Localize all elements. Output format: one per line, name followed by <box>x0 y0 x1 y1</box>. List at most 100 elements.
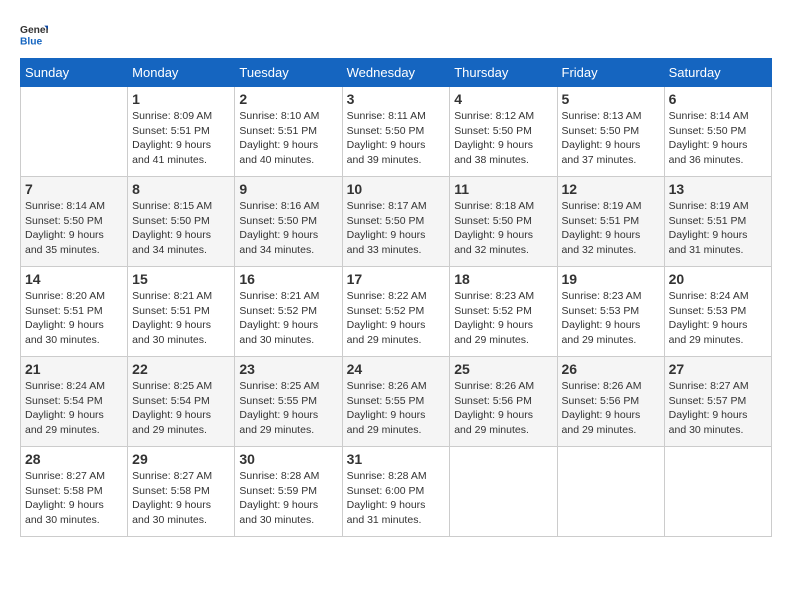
day-info: Sunrise: 8:13 AMSunset: 5:50 PMDaylight:… <box>562 109 660 168</box>
calendar-week-row: 21 Sunrise: 8:24 AMSunset: 5:54 PMDayligh… <box>21 357 772 447</box>
calendar-cell: 7 Sunrise: 8:14 AMSunset: 5:50 PMDaylight… <box>21 177 128 267</box>
calendar-cell: 17 Sunrise: 8:22 AMSunset: 5:52 PMDayligh… <box>342 267 450 357</box>
calendar-cell: 6Sunrise: 8:14 AMSunset: 5:50 PMDaylight… <box>664 87 771 177</box>
day-number: 2 <box>239 91 337 107</box>
calendar-cell: 23 Sunrise: 8:25 AMSunset: 5:55 PMDayligh… <box>235 357 342 447</box>
day-info: Sunrise: 8:12 AMSunset: 5:50 PMDaylight:… <box>454 109 552 168</box>
calendar-cell <box>450 447 557 537</box>
calendar-cell: 16Sunrise: 8:21 AMSunset: 5:52 PMDayligh… <box>235 267 342 357</box>
calendar-cell: 10 Sunrise: 8:17 AMSunset: 5:50 PMDayligh… <box>342 177 450 267</box>
day-info: Sunrise: 8:21 AMSunset: 5:51 PMDaylight:… <box>132 289 230 348</box>
day-info: Sunrise: 8:26 AMSunset: 5:56 PMDaylight:… <box>562 379 660 438</box>
calendar-cell: 29 Sunrise: 8:27 AMSunset: 5:58 PMDayligh… <box>128 447 235 537</box>
column-header-sunday: Sunday <box>21 59 128 87</box>
day-info: Sunrise: 8:26 AMSunset: 5:55 PMDaylight:… <box>347 379 446 438</box>
calendar-week-row: 7 Sunrise: 8:14 AMSunset: 5:50 PMDaylight… <box>21 177 772 267</box>
calendar-cell <box>21 87 128 177</box>
calendar-cell: 2 Sunrise: 8:10 AMSunset: 5:51 PMDaylight… <box>235 87 342 177</box>
day-number: 13 <box>669 181 767 197</box>
day-number: 10 <box>347 181 446 197</box>
calendar-cell: 30 Sunrise: 8:28 AMSunset: 5:59 PMDayligh… <box>235 447 342 537</box>
column-header-wednesday: Wednesday <box>342 59 450 87</box>
day-info: Sunrise: 8:27 AMSunset: 5:58 PMDaylight:… <box>132 469 230 528</box>
day-number: 25 <box>454 361 552 377</box>
calendar-cell: 9 Sunrise: 8:16 AMSunset: 5:50 PMDaylight… <box>235 177 342 267</box>
column-header-thursday: Thursday <box>450 59 557 87</box>
day-number: 31 <box>347 451 446 467</box>
day-number: 27 <box>669 361 767 377</box>
day-info: Sunrise: 8:11 AMSunset: 5:50 PMDaylight:… <box>347 109 446 168</box>
svg-text:General: General <box>20 25 48 36</box>
day-number: 28 <box>25 451 123 467</box>
calendar-week-row: 14 Sunrise: 8:20 AMSunset: 5:51 PMDayligh… <box>21 267 772 357</box>
day-info: Sunrise: 8:25 AMSunset: 5:55 PMDaylight:… <box>239 379 337 438</box>
day-info: Sunrise: 8:24 AMSunset: 5:53 PMDaylight:… <box>669 289 767 348</box>
day-info: Sunrise: 8:28 AMSunset: 6:00 PMDaylight:… <box>347 469 446 528</box>
calendar-cell: 1 Sunrise: 8:09 AMSunset: 5:51 PMDaylight… <box>128 87 235 177</box>
calendar-table: SundayMondayTuesdayWednesdayThursdayFrid… <box>20 58 772 537</box>
day-info: Sunrise: 8:22 AMSunset: 5:52 PMDaylight:… <box>347 289 446 348</box>
calendar-cell: 5 Sunrise: 8:13 AMSunset: 5:50 PMDaylight… <box>557 87 664 177</box>
svg-text:Blue: Blue <box>20 36 43 47</box>
calendar-cell: 24 Sunrise: 8:26 AMSunset: 5:55 PMDayligh… <box>342 357 450 447</box>
calendar-week-row: 28 Sunrise: 8:27 AMSunset: 5:58 PMDayligh… <box>21 447 772 537</box>
day-info: Sunrise: 8:17 AMSunset: 5:50 PMDaylight:… <box>347 199 446 258</box>
calendar-cell: 11 Sunrise: 8:18 AMSunset: 5:50 PMDayligh… <box>450 177 557 267</box>
day-info: Sunrise: 8:16 AMSunset: 5:50 PMDaylight:… <box>239 199 337 258</box>
day-number: 19 <box>562 271 660 287</box>
day-number: 21 <box>25 361 123 377</box>
day-number: 8 <box>132 181 230 197</box>
day-number: 18 <box>454 271 552 287</box>
day-info: Sunrise: 8:09 AMSunset: 5:51 PMDaylight:… <box>132 109 230 168</box>
calendar-cell: 14 Sunrise: 8:20 AMSunset: 5:51 PMDayligh… <box>21 267 128 357</box>
calendar-cell: 27Sunrise: 8:27 AMSunset: 5:57 PMDayligh… <box>664 357 771 447</box>
day-info: Sunrise: 8:18 AMSunset: 5:50 PMDaylight:… <box>454 199 552 258</box>
calendar-cell <box>664 447 771 537</box>
day-number: 4 <box>454 91 552 107</box>
page-header: General Blue <box>20 20 772 48</box>
day-info: Sunrise: 8:28 AMSunset: 5:59 PMDaylight:… <box>239 469 337 528</box>
logo-icon: General Blue <box>20 20 48 48</box>
day-info: Sunrise: 8:20 AMSunset: 5:51 PMDaylight:… <box>25 289 123 348</box>
day-number: 17 <box>347 271 446 287</box>
day-info: Sunrise: 8:19 AMSunset: 5:51 PMDaylight:… <box>562 199 660 258</box>
day-number: 29 <box>132 451 230 467</box>
column-header-friday: Friday <box>557 59 664 87</box>
day-number: 7 <box>25 181 123 197</box>
day-number: 6 <box>669 91 767 107</box>
calendar-cell: 4 Sunrise: 8:12 AMSunset: 5:50 PMDaylight… <box>450 87 557 177</box>
day-info: Sunrise: 8:27 AMSunset: 5:58 PMDaylight:… <box>25 469 123 528</box>
column-header-saturday: Saturday <box>664 59 771 87</box>
day-info: Sunrise: 8:21 AMSunset: 5:52 PMDaylight:… <box>239 289 337 348</box>
day-number: 5 <box>562 91 660 107</box>
day-number: 20 <box>669 271 767 287</box>
day-info: Sunrise: 8:10 AMSunset: 5:51 PMDaylight:… <box>239 109 337 168</box>
day-number: 23 <box>239 361 337 377</box>
calendar-cell: 8 Sunrise: 8:15 AMSunset: 5:50 PMDaylight… <box>128 177 235 267</box>
day-number: 12 <box>562 181 660 197</box>
calendar-week-row: 1 Sunrise: 8:09 AMSunset: 5:51 PMDaylight… <box>21 87 772 177</box>
calendar-cell: 13Sunrise: 8:19 AMSunset: 5:51 PMDayligh… <box>664 177 771 267</box>
day-info: Sunrise: 8:26 AMSunset: 5:56 PMDaylight:… <box>454 379 552 438</box>
calendar-header-row: SundayMondayTuesdayWednesdayThursdayFrid… <box>21 59 772 87</box>
day-number: 24 <box>347 361 446 377</box>
logo: General Blue <box>20 20 48 48</box>
day-number: 26 <box>562 361 660 377</box>
day-info: Sunrise: 8:14 AMSunset: 5:50 PMDaylight:… <box>25 199 123 258</box>
calendar-cell: 28 Sunrise: 8:27 AMSunset: 5:58 PMDayligh… <box>21 447 128 537</box>
column-header-tuesday: Tuesday <box>235 59 342 87</box>
calendar-cell: 26 Sunrise: 8:26 AMSunset: 5:56 PMDayligh… <box>557 357 664 447</box>
calendar-cell: 3Sunrise: 8:11 AMSunset: 5:50 PMDaylight… <box>342 87 450 177</box>
column-header-monday: Monday <box>128 59 235 87</box>
calendar-cell: 31 Sunrise: 8:28 AMSunset: 6:00 PMDayligh… <box>342 447 450 537</box>
day-info: Sunrise: 8:25 AMSunset: 5:54 PMDaylight:… <box>132 379 230 438</box>
calendar-cell: 12 Sunrise: 8:19 AMSunset: 5:51 PMDayligh… <box>557 177 664 267</box>
day-number: 14 <box>25 271 123 287</box>
day-number: 1 <box>132 91 230 107</box>
day-info: Sunrise: 8:24 AMSunset: 5:54 PMDaylight:… <box>25 379 123 438</box>
day-number: 11 <box>454 181 552 197</box>
calendar-cell <box>557 447 664 537</box>
day-number: 30 <box>239 451 337 467</box>
day-info: Sunrise: 8:15 AMSunset: 5:50 PMDaylight:… <box>132 199 230 258</box>
day-number: 9 <box>239 181 337 197</box>
